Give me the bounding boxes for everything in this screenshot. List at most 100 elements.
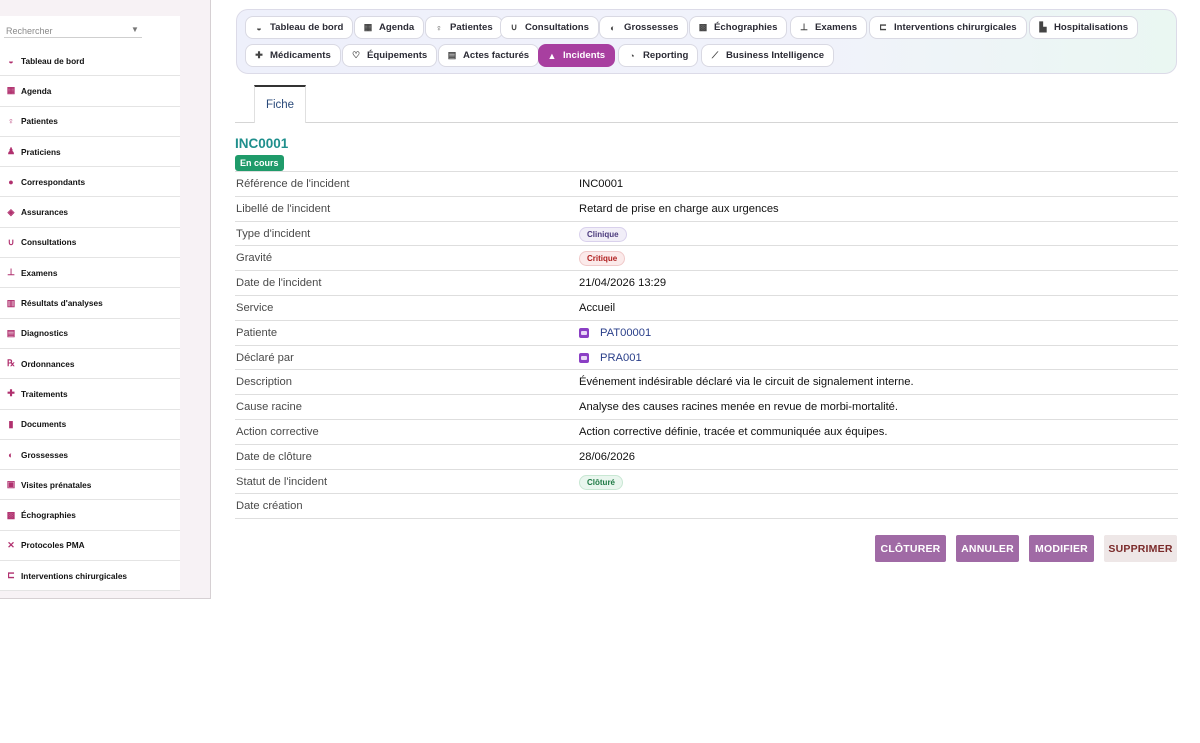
sidebar-item-documents[interactable]: ▮ Documents — [0, 410, 180, 440]
row-label: Gravité — [236, 252, 273, 265]
cancel-button[interactable]: ANNULER — [956, 535, 1019, 562]
sidebar-item-patientes[interactable]: ♀ Patientes — [0, 107, 180, 137]
sidebar-item-label: Ordonnances — [21, 358, 75, 369]
calendar-icon — [579, 352, 589, 363]
sidebar-item-ordonnances[interactable]: ℞ Ordonnances — [0, 349, 180, 380]
sidebar-item-label: Grossesses — [21, 449, 69, 460]
tab-label: Agenda — [379, 22, 415, 33]
close-incident-button[interactable]: CLÔTURER — [875, 535, 946, 562]
sidebar-item-label: Visites prénatales — [21, 479, 92, 490]
sidebar-item-label: Tableau de bord — [21, 55, 85, 66]
chevron-down-icon[interactable]: ▼ — [131, 25, 139, 34]
detail-row-gravite: Gravité Critique — [235, 246, 1178, 272]
sidebar-item-examens[interactable]: ⊥ Examens — [0, 258, 180, 289]
sidebar-item-label: Interventions chirurgicales — [21, 570, 128, 581]
sidebar-item-label: Diagnostics — [21, 328, 69, 339]
tab-label: Médicaments — [270, 50, 331, 61]
sidebar-item-label: Résultats d'analyses — [21, 298, 103, 309]
sidebar-item-visites-prenatales[interactable]: ▣ Visites prénatales — [0, 470, 180, 501]
dna-icon: ✕ — [7, 539, 15, 550]
tab-medicaments[interactable]: ✚ Médicaments — [245, 44, 341, 67]
tab-consultations[interactable]: ∪ Consultations — [500, 16, 599, 39]
tab-fiche[interactable]: Fiche — [254, 85, 306, 123]
sidebar-item-label: Correspondants — [21, 176, 86, 187]
pregnancy-icon: ◐ — [610, 22, 616, 33]
sidebar: Rechercher ▼ ◒ Tableau de bord ▦ Agenda ♀ P… — [0, 0, 211, 599]
hospital-icon: ▙ — [1039, 22, 1047, 32]
prenatal-icon: ▣ — [6, 479, 16, 490]
sidebar-item-interventions-chirurgicales[interactable]: ⊏ Interventions chirurgicales — [0, 561, 180, 592]
row-label: Référence de l'incident — [236, 178, 350, 190]
examination-icon: ⊥ — [800, 22, 808, 32]
tab-business-intelligence[interactable]: ⟋ Business Intelligence — [701, 44, 835, 67]
row-label: Date de l'incident — [236, 277, 322, 290]
tab-grossesses[interactable]: ◐ Grossesses — [599, 16, 689, 39]
tab-actes-factures[interactable]: ▤ Actes facturés — [438, 44, 540, 67]
sidebar-item-assurances[interactable]: ◈ Assurances — [0, 197, 180, 228]
search-underline — [4, 37, 142, 38]
row-value: Analyse des causes racines menée en revu… — [579, 401, 899, 414]
tab-interventions-chirurgicales[interactable]: ⊏ Interventions chirurgicales — [869, 16, 1027, 39]
sidebar-item-protocoles-pma[interactable]: ✕ Protocoles PMA — [0, 531, 180, 562]
tab-equipements[interactable]: ♡ Équipements — [342, 44, 438, 67]
row-label: Service — [236, 301, 274, 314]
tab-incidents[interactable]: ▲ Incidents — [538, 44, 616, 67]
detail-row-libelle: Libellé de l'incident Retard de prise en … — [235, 197, 1178, 222]
stethoscope-icon: ∪ — [510, 22, 518, 32]
detail-row-reference: Référence de l'incident INC0001 — [235, 172, 1178, 197]
sidebar-item-label: Agenda — [21, 85, 52, 96]
sidebar-item-grossesses[interactable]: ◐ Grossesses — [0, 440, 180, 471]
pie-chart-icon: ◔ — [629, 50, 635, 61]
prescription-icon: ℞ — [6, 358, 16, 369]
detail-row-date-creation: Date création — [235, 494, 1178, 520]
row-label: Statut de l'incident — [236, 475, 328, 488]
calendar-icon: ▦ — [363, 22, 373, 32]
tab-patientes[interactable]: ♀ Patientes — [425, 16, 503, 39]
tab-agenda[interactable]: ▦ Agenda — [354, 16, 425, 39]
row-value: Action corrective définie, tracée et com… — [579, 425, 888, 438]
warning-icon: ▲ — [547, 50, 557, 61]
tab-label: Échographies — [714, 22, 778, 33]
sidebar-item-agenda[interactable]: ▦ Agenda — [0, 76, 180, 107]
detail-row-service: Service Accueil — [235, 296, 1178, 321]
incident-details: Référence de l'incident INC0001 Libellé d… — [235, 171, 1178, 520]
sidebar-item-label: Protocoles PMA — [21, 540, 85, 551]
sidebar-item-echographies[interactable]: ▩ Échographies — [0, 500, 180, 531]
sidebar-item-tableau-de-bord[interactable]: ◒ Tableau de bord — [0, 46, 180, 77]
practitioner-link-text[interactable]: PRA001 — [600, 352, 642, 364]
practitioner-link[interactable]: PRA001 — [579, 352, 642, 364]
edit-button[interactable]: MODIFIER — [1029, 535, 1094, 562]
patient-link-text[interactable]: PAT00001 — [600, 327, 651, 339]
delete-button[interactable]: SUPPRIMER — [1104, 535, 1177, 562]
row-value: Événement indésirable déclaré via le cir… — [579, 376, 914, 389]
sidebar-item-correspondants[interactable]: ● Correspondants — [0, 167, 180, 198]
tab-echographies[interactable]: ▩ Échographies — [689, 16, 788, 39]
sidebar-item-label: Échographies — [21, 510, 76, 521]
shield-icon: ◈ — [7, 206, 15, 217]
sidebar-menu: Rechercher ▼ ◒ Tableau de bord ▦ Agenda ♀ P… — [0, 16, 180, 592]
sidebar-item-consultations[interactable]: ∪ Consultations — [0, 228, 180, 259]
sidebar-item-praticiens[interactable]: ♟ Praticiens — [0, 137, 180, 168]
tab-hospitalisations[interactable]: ▙ Hospitalisations — [1029, 16, 1139, 39]
sidebar-item-resultats-analyses[interactable]: ▥ Résultats d'analyses — [0, 288, 180, 319]
patient-link[interactable]: PAT00001 — [579, 327, 651, 339]
row-label: Libellé de l'incident — [236, 202, 331, 215]
tab-label: Grossesses — [624, 22, 679, 33]
sidebar-item-diagnostics[interactable]: ▤ Diagnostics — [0, 319, 180, 349]
row-value-wrap: Clinique — [579, 226, 627, 242]
tab-label: Consultations — [525, 22, 589, 33]
invoice-icon: ▤ — [447, 50, 457, 60]
tab-tableau-de-bord[interactable]: ◒ Tableau de bord — [245, 16, 354, 39]
tab-label: Incidents — [563, 50, 606, 61]
tab-examens[interactable]: ⊥ Examens — [790, 16, 868, 39]
sidebar-item-traitements[interactable]: ✚ Traitements — [0, 379, 180, 410]
row-value: Accueil — [579, 301, 616, 314]
calendar-icon: ▦ — [6, 85, 16, 96]
dashboard-icon: ◒ — [256, 22, 262, 33]
status-badge: En cours — [235, 155, 284, 171]
sidebar-item-label: Consultations — [21, 237, 77, 248]
tab-reporting[interactable]: ◔ Reporting — [618, 44, 699, 67]
sidebar-search[interactable]: Rechercher ▼ — [0, 16, 180, 46]
row-value: 21/04/2026 13:29 — [579, 277, 667, 290]
line-chart-icon: ⟋ — [711, 50, 719, 60]
